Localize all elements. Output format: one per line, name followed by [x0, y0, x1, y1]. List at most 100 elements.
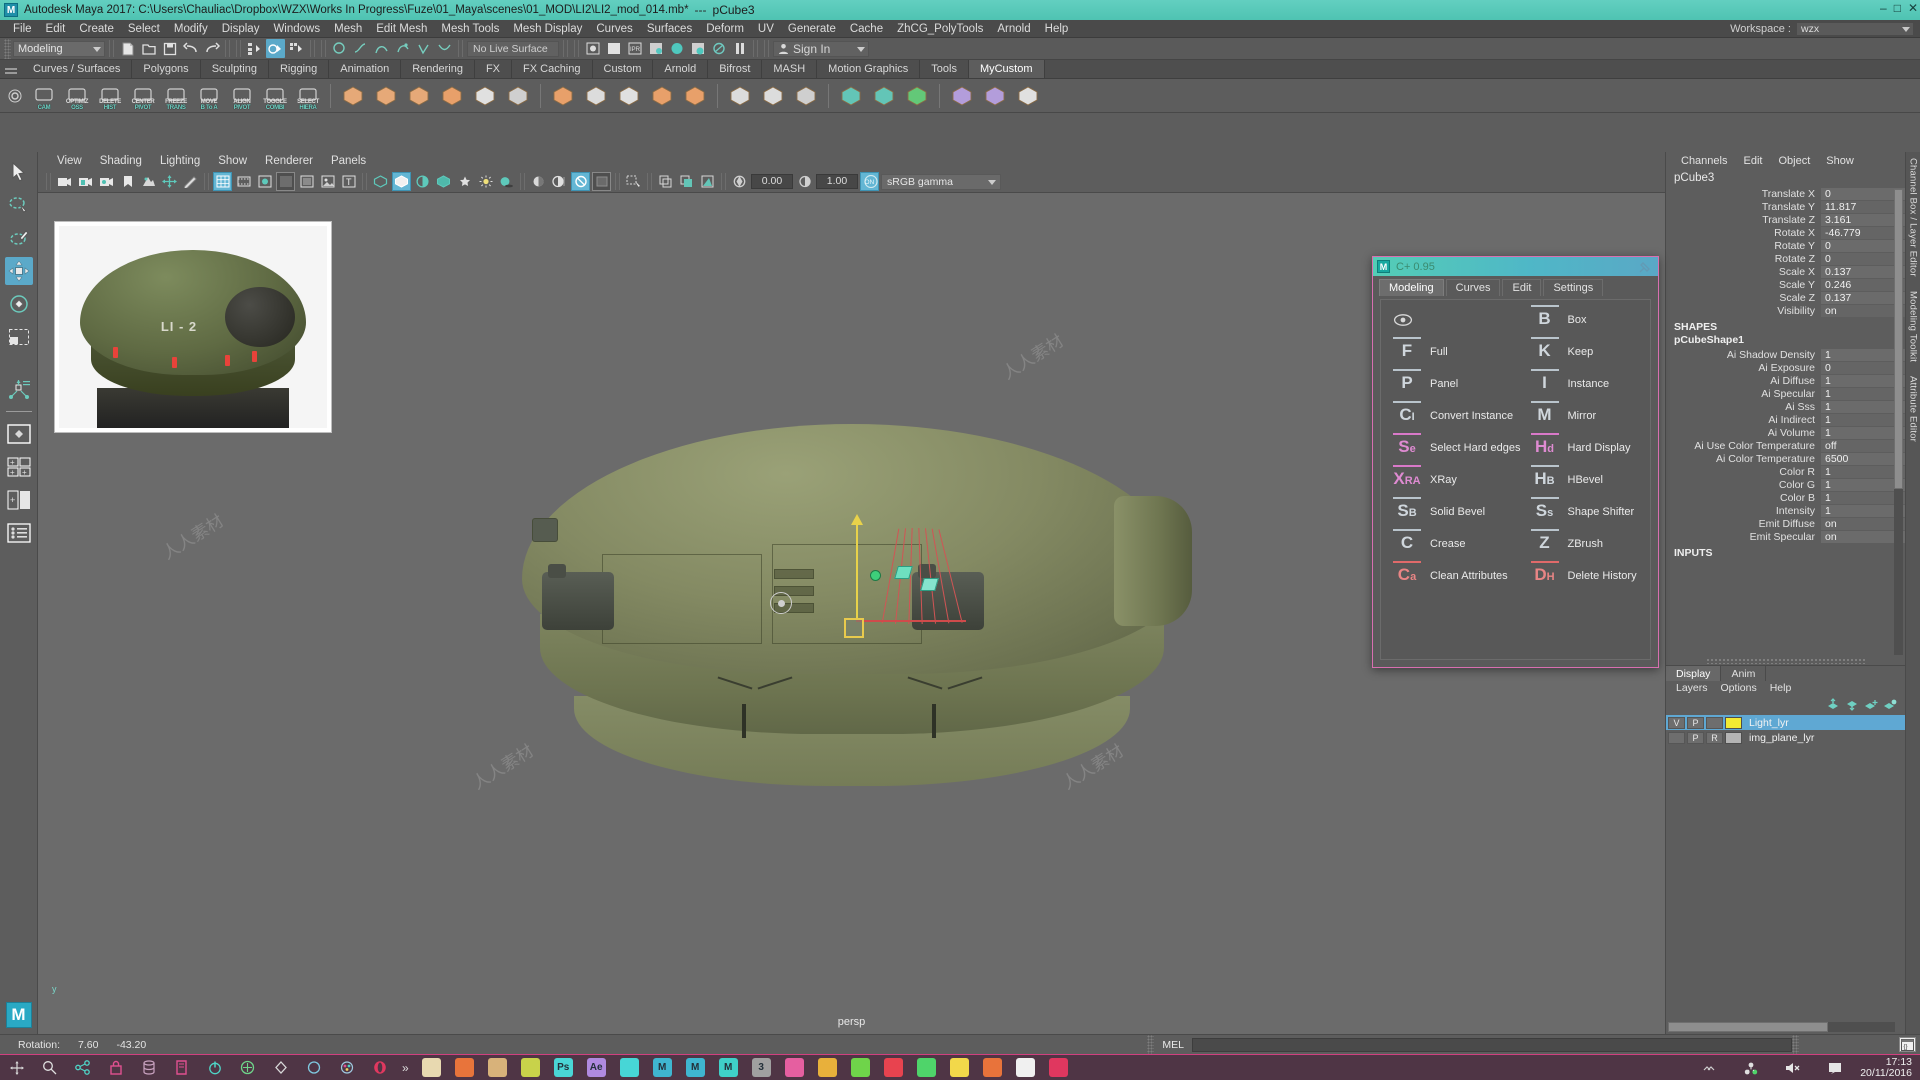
viewport-menu-show[interactable]: Show: [209, 152, 256, 171]
layer-tab-anim[interactable]: Anim: [1721, 666, 1767, 681]
two-pane-layout-icon[interactable]: +: [5, 486, 33, 514]
shelf-icon-book[interactable]: [725, 81, 755, 111]
menu-item-generate[interactable]: Generate: [781, 20, 843, 38]
shelf-icon-frame[interactable]: [581, 81, 611, 111]
channel-value[interactable]: 0.137: [1821, 291, 1905, 304]
menu-item-file[interactable]: File: [6, 20, 39, 38]
workspace-selector[interactable]: Workspace : wzx: [1730, 20, 1914, 38]
channel-key[interactable]: Ai Color Temperature: [1666, 453, 1821, 465]
cplus-item-full[interactable]: F Full: [1383, 336, 1521, 368]
shelf-tab-tools[interactable]: Tools: [920, 60, 969, 78]
new-scene-button[interactable]: [118, 39, 137, 58]
viewport-menu-shading[interactable]: Shading: [91, 152, 151, 171]
cplus-tab-edit[interactable]: Edit: [1502, 279, 1542, 296]
open-scene-button[interactable]: [139, 39, 158, 58]
channel-value[interactable]: -46.779: [1821, 226, 1905, 239]
diamond-icon[interactable]: [271, 1058, 290, 1077]
taskbar-clock[interactable]: 17:13 20/11/2016: [1860, 1056, 1912, 1079]
menu-item-mesh-display[interactable]: Mesh Display: [506, 20, 589, 38]
move-tool-icon[interactable]: [4, 257, 33, 285]
layer-tab-display[interactable]: Display: [1666, 666, 1722, 681]
channel-key[interactable]: Intensity: [1666, 505, 1821, 517]
channelbox-menu-object[interactable]: Object: [1771, 152, 1817, 170]
show-manipulator-tool-icon[interactable]: [5, 375, 33, 403]
cplus-item-hbevel[interactable]: HB HBevel: [1521, 464, 1649, 496]
layer-color-swatch[interactable]: [1725, 716, 1742, 729]
use-default-material-icon[interactable]: [455, 172, 474, 191]
menu-item-help[interactable]: Help: [1038, 20, 1076, 38]
channel-value[interactable]: 1: [1821, 374, 1905, 387]
taskbar-pocket-icon[interactable]: [883, 1058, 903, 1077]
command-line-grip[interactable]: [1792, 1034, 1799, 1055]
render-settings-icon[interactable]: [646, 39, 665, 58]
taskbar-aftereffects-icon[interactable]: Ae: [586, 1058, 606, 1077]
channel-value[interactable]: 1: [1821, 491, 1905, 504]
channel-row[interactable]: Ai Diffuse 1: [1666, 374, 1905, 387]
channel-row[interactable]: Visibility on: [1666, 304, 1905, 317]
channel-value[interactable]: 6500: [1821, 452, 1905, 465]
channelbox-menu-show[interactable]: Show: [1819, 152, 1861, 170]
channel-key[interactable]: Translate X: [1666, 188, 1821, 200]
channel-key[interactable]: Rotate Z: [1666, 253, 1821, 265]
wireframe-shading-icon[interactable]: [371, 172, 390, 191]
channel-value[interactable]: 3.161: [1821, 213, 1905, 226]
channel-row[interactable]: Emit Diffuse on: [1666, 517, 1905, 530]
channel-value[interactable]: 1: [1821, 465, 1905, 478]
channel-box-scroll-area[interactable]: Translate X 0 Translate Y 11.817 Translate Z…: [1666, 187, 1905, 657]
shelf-tab-fx-caching[interactable]: FX Caching: [512, 60, 593, 78]
scrollbar-thumb[interactable]: [1668, 1022, 1828, 1032]
light-shape-handle[interactable]: [893, 565, 913, 579]
xray-icon[interactable]: [656, 172, 675, 191]
resolution-gate-icon[interactable]: [255, 172, 274, 191]
anti-aliasing-icon[interactable]: [571, 172, 590, 191]
channel-row[interactable]: Emit Specular on: [1666, 530, 1905, 543]
live-surface-field[interactable]: No Live Surface: [467, 40, 559, 57]
cplus-tab-modeling[interactable]: Modeling: [1379, 279, 1444, 296]
cplus-item-delete-history[interactable]: DH Delete History: [1521, 560, 1649, 592]
channel-key[interactable]: Scale X: [1666, 266, 1821, 278]
channel-key[interactable]: Rotate X: [1666, 227, 1821, 239]
cplus-item-select-hard-edges[interactable]: Se Select Hard edges: [1383, 432, 1521, 464]
cplus-item-convert-instance[interactable]: CI Convert Instance: [1383, 400, 1521, 432]
channel-key[interactable]: Ai Specular: [1666, 388, 1821, 400]
scrollbar-thumb[interactable]: [1894, 189, 1903, 489]
taskbar-opera-icon-2[interactable]: [1048, 1058, 1068, 1077]
move-layer-up-icon[interactable]: [1826, 698, 1840, 711]
panel-resize-grip[interactable]: [1706, 658, 1865, 664]
channel-row[interactable]: Scale Z 0.137: [1666, 291, 1905, 304]
layer-menu-options[interactable]: Options: [1715, 681, 1763, 696]
shelf-icon-grid[interactable]: [503, 81, 533, 111]
cplus-item-shape-shifter[interactable]: Ss Shape Shifter: [1521, 496, 1649, 528]
textured-icon[interactable]: [434, 172, 453, 191]
menu-item-arnold[interactable]: Arnold: [990, 20, 1037, 38]
action-center-icon[interactable]: [1825, 1058, 1844, 1077]
taskbar-spotify-icon[interactable]: [916, 1058, 936, 1077]
floating-panel-title-bar[interactable]: M C+ 0.95: [1373, 257, 1658, 276]
shelf-button-b-to-a[interactable]: MOVE B To A: [194, 81, 224, 111]
layer-color-swatch[interactable]: [1725, 731, 1742, 744]
snap-point-icon[interactable]: [372, 39, 391, 58]
channel-value[interactable]: 1: [1821, 478, 1905, 491]
channel-value[interactable]: 0: [1821, 252, 1905, 265]
channel-value[interactable]: 0: [1821, 361, 1905, 374]
workspace-dropdown[interactable]: wzx: [1796, 22, 1914, 36]
shelf-button-cam[interactable]: CAM: [29, 81, 59, 111]
channel-value[interactable]: off: [1821, 439, 1905, 452]
shelf-tab-fx[interactable]: FX: [475, 60, 513, 78]
snap-view-plane-icon[interactable]: [414, 39, 433, 58]
single-view-layout-icon[interactable]: [5, 420, 33, 448]
cplus-item-clean-attributes[interactable]: Ca Clean Attributes: [1383, 560, 1521, 592]
color-picker-icon[interactable]: [337, 1058, 356, 1077]
channel-row[interactable]: Rotate Y0: [1666, 239, 1905, 252]
shelf-icon-lattice[interactable]: [947, 81, 977, 111]
snap-grid-icon[interactable]: [330, 39, 349, 58]
channel-row[interactable]: Ai Sss 1: [1666, 400, 1905, 413]
taskbar-opera-icon[interactable]: [619, 1058, 639, 1077]
viewport-menu-renderer[interactable]: Renderer: [256, 152, 322, 171]
shelf-tab-polygons[interactable]: Polygons: [132, 60, 201, 78]
move-manipulator[interactable]: [843, 513, 974, 642]
menuset-dropdown[interactable]: Modeling: [13, 40, 105, 57]
shelf-icon-fold[interactable]: [548, 81, 578, 111]
channel-value[interactable]: 0: [1821, 187, 1905, 200]
layer-name[interactable]: img_plane_lyr: [1744, 732, 1814, 744]
